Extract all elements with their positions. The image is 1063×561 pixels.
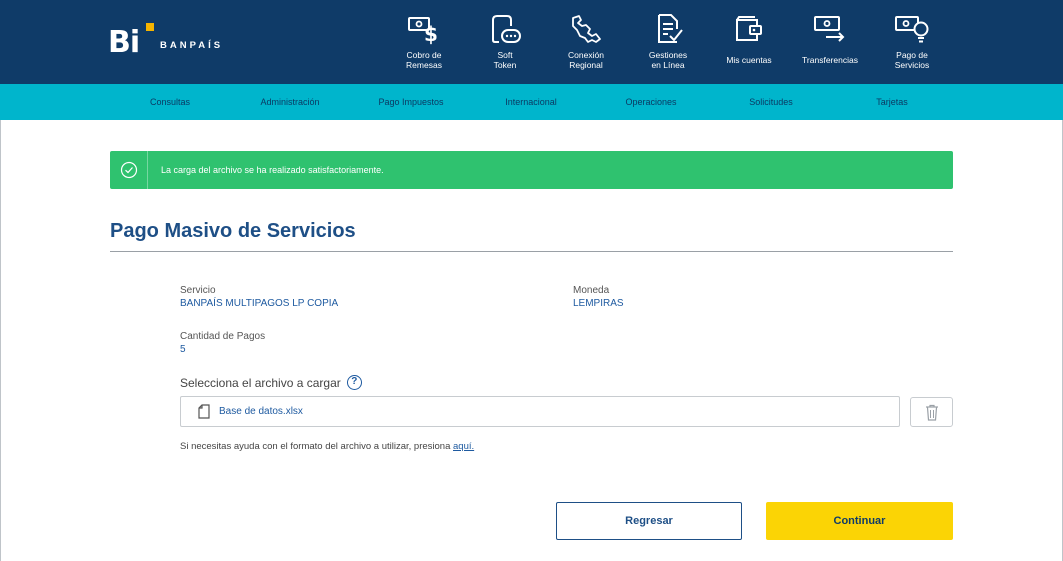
- page-title: Pago Masivo de Servicios: [110, 220, 356, 242]
- document-check-icon: [658, 14, 683, 43]
- success-alert: La carga del archivo se ha realizado sat…: [110, 151, 953, 189]
- subnav-administracion[interactable]: Administración: [260, 84, 319, 120]
- file-name: Base de datos.xlsx: [219, 406, 303, 417]
- svg-text:$: $: [424, 22, 438, 46]
- delete-file-button[interactable]: [910, 397, 953, 427]
- alert-icon-box: [110, 151, 148, 189]
- format-help-link[interactable]: aquí.: [453, 441, 474, 452]
- nav-soft-token[interactable]: Soft Token: [465, 12, 545, 70]
- nav-transferencias[interactable]: Transferencias: [790, 12, 870, 65]
- nav-label-line1: Gestiones: [648, 50, 688, 60]
- nav-label-line1: Transferencias: [802, 55, 858, 65]
- nav-label-line1: Soft: [497, 50, 513, 60]
- nav-gestiones-en-linea[interactable]: Gestiones en Línea: [628, 12, 708, 70]
- moneda-value: LEMPIRAS: [573, 298, 624, 309]
- format-help-text: Si necesitas ayuda con el formato del ar…: [180, 441, 474, 452]
- file-icon: [198, 404, 210, 419]
- back-button[interactable]: Regresar: [556, 502, 742, 540]
- file-select-label-text: Selecciona el archivo a cargar: [180, 375, 341, 390]
- cantidad-pagos-label: Cantidad de Pagos: [180, 331, 266, 342]
- cash-dollar-icon: $: [408, 17, 438, 46]
- subnav-solicitudes[interactable]: Solicitudes: [749, 84, 793, 120]
- nav-label-line1: Conexión: [568, 50, 604, 60]
- nav-label-line1: Cobro de: [406, 50, 442, 60]
- trash-icon: [926, 404, 938, 421]
- regional-connection-icon: [572, 15, 601, 43]
- continue-button[interactable]: Continuar: [766, 502, 953, 540]
- nav-cobro-remesas[interactable]: $ Cobro de Remesas: [384, 12, 464, 70]
- subnav-tarjetas[interactable]: Tarjetas: [876, 84, 908, 120]
- servicio-label: Servicio: [180, 285, 216, 296]
- token-device-icon: [492, 15, 521, 43]
- subnav-operaciones[interactable]: Operaciones: [625, 84, 676, 120]
- alert-message: La carga del archivo se ha realizado sat…: [161, 165, 384, 175]
- nav-label-line2: en Línea: [651, 60, 685, 70]
- top-header: Bi BANPAÍS $ Cobro deRemesas SoftToken: [0, 0, 1063, 84]
- transfer-icon: [814, 16, 845, 42]
- cantidad-pagos-value: 5: [180, 344, 186, 355]
- wallet-icon: [736, 16, 762, 41]
- nav-label-line2: Remesas: [406, 60, 442, 70]
- nav-label-line1: Pago de: [896, 50, 928, 60]
- secondary-nav: Consultas Administración Pago Impuestos …: [0, 84, 1063, 120]
- file-input[interactable]: Base de datos.xlsx: [180, 396, 900, 427]
- nav-label-line2: Servicios: [894, 60, 930, 70]
- check-circle-icon: [120, 161, 138, 179]
- nav-label-line2: Regional: [569, 60, 603, 70]
- moneda-label: Moneda: [573, 285, 610, 296]
- help-circle-icon[interactable]: ?: [346, 375, 362, 390]
- subnav-pago-impuestos[interactable]: Pago Impuestos: [378, 84, 443, 120]
- file-select-label: Selecciona el archivo a cargar ?: [180, 375, 362, 390]
- format-help-message: Si necesitas ayuda con el formato del ar…: [180, 441, 454, 452]
- nav-label-line1: Mis cuentas: [726, 55, 772, 65]
- nav-pago-de-servicios[interactable]: Pago de Servicios: [872, 12, 952, 70]
- title-divider: [110, 251, 953, 252]
- bill-bulb-icon: [895, 16, 929, 43]
- nav-label-line2: Token: [493, 60, 517, 70]
- servicio-value: BANPAÍS MULTIPAGOS LP COPIA: [180, 298, 339, 309]
- page-border-left: [0, 120, 1, 561]
- nav-conexion-regional[interactable]: Conexión Regional: [546, 12, 626, 70]
- subnav-internacional[interactable]: Internacional: [505, 84, 557, 120]
- subnav-consultas[interactable]: Consultas: [150, 84, 190, 120]
- nav-mis-cuentas[interactable]: Mis cuentas: [709, 12, 789, 65]
